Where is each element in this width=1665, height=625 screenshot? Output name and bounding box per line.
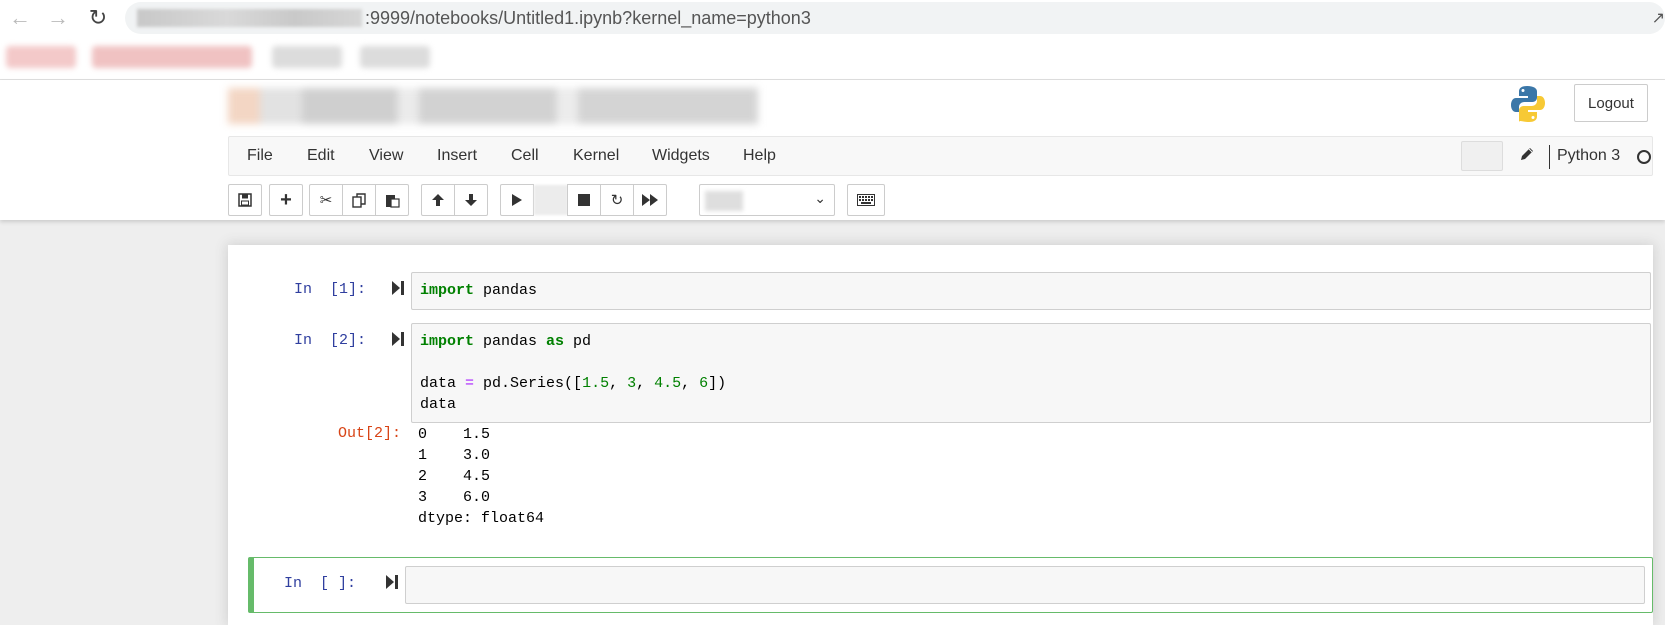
- keyboard-glyph-icon: [857, 194, 875, 206]
- code-input[interactable]: import pandas as pd data = pd.Series([1.…: [411, 323, 1651, 423]
- menu-view[interactable]: View: [369, 147, 403, 165]
- browser-toolbar: ← → ↻ :9999/notebooks/Untitled1.ipynb?ke…: [0, 0, 1665, 36]
- kernel-name: Python 3: [1557, 147, 1621, 164]
- output-line: 0 1.5: [418, 426, 491, 443]
- play-icon[interactable]: [500, 184, 534, 216]
- run-cell-icon[interactable]: [385, 574, 399, 590]
- code-line: data: [420, 396, 457, 413]
- code-input[interactable]: import pandas: [411, 272, 1651, 310]
- stop-glyph-icon: [578, 194, 590, 206]
- fast-forward-icon[interactable]: [633, 184, 667, 216]
- arrow-left-icon[interactable]: ←: [6, 4, 34, 32]
- save-icon[interactable]: [228, 184, 262, 216]
- ff-glyph-icon: [642, 194, 658, 206]
- paste-icon[interactable]: [375, 184, 409, 216]
- selected-code-cell[interactable]: In [ ]:: [248, 557, 1653, 613]
- down-glyph-icon: [465, 194, 477, 206]
- chevron-down-icon: ⌄: [814, 190, 826, 206]
- bookmarks-bar: [0, 36, 1665, 80]
- arrow-up-icon[interactable]: [421, 184, 455, 216]
- play-glyph-icon: [512, 194, 522, 206]
- output-prompt: Out[2]:: [338, 425, 402, 442]
- reload-icon[interactable]: ↻: [84, 4, 112, 32]
- input-prompt: In [1]:: [294, 281, 367, 298]
- menu-cell[interactable]: Cell: [511, 147, 539, 165]
- keyboard-icon[interactable]: [847, 184, 885, 216]
- restart-icon[interactable]: ↻: [600, 184, 634, 216]
- stop-icon[interactable]: [567, 184, 601, 216]
- keyword-import: import: [420, 282, 475, 299]
- menu-widgets[interactable]: Widgets: [652, 147, 710, 165]
- scissors-icon[interactable]: ✂: [309, 184, 343, 216]
- number-literal: 1.5: [582, 375, 610, 392]
- input-prompt: In [2]:: [294, 332, 367, 349]
- code-line: import pandas: [420, 282, 538, 299]
- output-line: dtype: float64: [418, 510, 545, 527]
- output-line: 3 6.0: [418, 489, 491, 506]
- menubar: File Edit View Insert Cell Kernel Widget…: [228, 136, 1653, 176]
- keyword-as: as: [546, 333, 565, 350]
- menu-edit[interactable]: Edit: [307, 147, 335, 165]
- logout-button[interactable]: Logout: [1574, 84, 1648, 122]
- input-prompt: In [ ]:: [284, 575, 357, 592]
- number-literal: 4.5: [654, 375, 682, 392]
- trusted-indicator[interactable]: [1461, 141, 1503, 171]
- output-line: 1 3.0: [418, 447, 491, 464]
- up-glyph-icon: [432, 194, 444, 206]
- code-input[interactable]: [405, 566, 1645, 604]
- pencil-icon[interactable]: [1519, 146, 1535, 162]
- kernel-separator: [1549, 145, 1550, 169]
- floppy-icon: [238, 193, 252, 207]
- jupyter-header: Logout File Edit View Insert Cell Kernel…: [0, 80, 1665, 220]
- bookmark-redacted[interactable]: [6, 46, 76, 68]
- clipboard-icon: [385, 194, 400, 208]
- bookmark-redacted[interactable]: [360, 46, 430, 68]
- notebook-toolbar: + ✂ ↻ ⌄: [228, 184, 1128, 216]
- output-line: 2 4.5: [418, 468, 491, 485]
- address-bar[interactable]: :9999/notebooks/Untitled1.ipynb?kernel_n…: [125, 2, 1665, 34]
- notebook-container: In [1]: import pandas In [2]: import pan…: [228, 245, 1653, 625]
- arrow-right-icon[interactable]: →: [44, 4, 72, 32]
- operator: =: [465, 375, 475, 392]
- menu-file[interactable]: File: [247, 147, 273, 165]
- plus-icon[interactable]: +: [269, 184, 303, 216]
- notebook-title-redacted[interactable]: [228, 88, 758, 124]
- code-line: data = pd.Series([1.5, 3, 4.5, 6]): [420, 375, 727, 392]
- kernel-idle-indicator-icon: [1637, 150, 1651, 164]
- open-external-icon[interactable]: ↗: [1652, 8, 1665, 28]
- copy-icon[interactable]: [342, 184, 376, 216]
- number-literal: 6: [699, 375, 709, 392]
- menu-insert[interactable]: Insert: [437, 147, 477, 165]
- cell-type-select[interactable]: ⌄: [699, 184, 835, 216]
- number-literal: 3: [627, 375, 637, 392]
- cell-type-value-redacted: [705, 191, 743, 211]
- bookmark-redacted[interactable]: [92, 46, 252, 68]
- bookmark-redacted[interactable]: [272, 46, 342, 68]
- arrow-down-icon[interactable]: [454, 184, 488, 216]
- run-cell-icon[interactable]: [391, 280, 405, 296]
- keyword-import: import: [420, 333, 475, 350]
- menu-kernel[interactable]: Kernel: [573, 147, 619, 165]
- menu-help[interactable]: Help: [743, 147, 776, 165]
- copy-glyph-icon: [351, 192, 366, 208]
- code-line: import pandas as pd: [420, 333, 592, 350]
- python-logo-icon: [1511, 86, 1545, 123]
- run-label-redacted[interactable]: [534, 185, 568, 215]
- run-cell-icon[interactable]: [391, 331, 405, 347]
- url-host-redacted: [137, 9, 362, 27]
- url-text: :9999/notebooks/Untitled1.ipynb?kernel_n…: [365, 8, 811, 28]
